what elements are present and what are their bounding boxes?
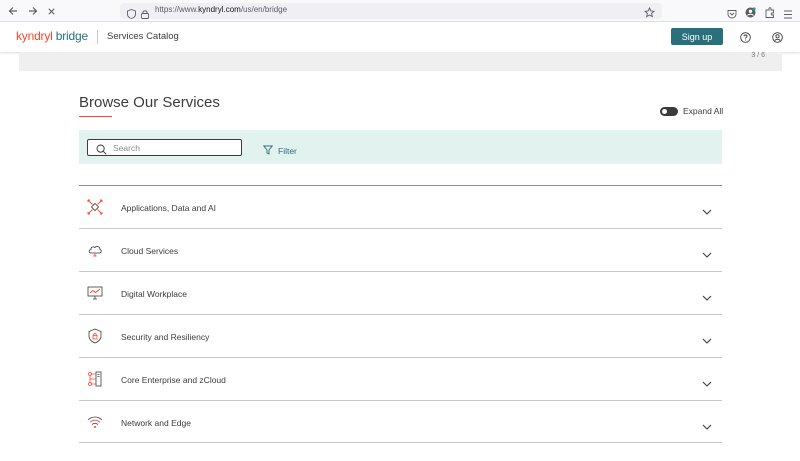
sign-up-button[interactable]: Sign up (671, 28, 723, 45)
hero-carousel: 3 / 6 (19, 52, 782, 71)
chevron-down-icon[interactable] (702, 246, 712, 258)
address-bar[interactable]: https://www.kyndryl.com/us/en/bridge (120, 3, 662, 19)
brand-logo[interactable]: kyndryl bridge (16, 29, 88, 43)
section-title[interactable]: Services Catalog (107, 31, 179, 42)
extensions-icon[interactable] (765, 5, 775, 23)
wifi-icon (87, 414, 103, 430)
search-input[interactable] (113, 142, 233, 154)
browser-toolbar: https://www.kyndryl.com/us/en/bridge (0, 0, 800, 22)
brand-name: kyndryl (16, 29, 53, 43)
expand-all-label: Expand All (683, 106, 724, 116)
category-label: Core Enterprise and zCloud (121, 375, 226, 385)
category-label: Digital Workplace (121, 289, 187, 299)
user-profile-icon[interactable] (770, 30, 784, 44)
toggle-knob (662, 108, 667, 114)
filter-icon (262, 142, 274, 160)
chevron-down-icon[interactable] (702, 375, 712, 387)
category-row-cloud[interactable]: Cloud Services (79, 228, 722, 271)
carousel-counter: 3 / 6 (751, 52, 765, 59)
category-label: Applications, Data and AI (121, 203, 216, 213)
cloud-icon (87, 242, 103, 258)
shield-lock-icon (87, 328, 103, 344)
help-icon[interactable] (738, 30, 752, 44)
chevron-down-icon[interactable] (702, 203, 712, 215)
app-header: kyndryl bridge Services Catalog Sign up (0, 22, 800, 52)
category-row-digital-workplace[interactable]: Digital Workplace (79, 271, 722, 314)
forward-icon[interactable] (26, 4, 40, 18)
chevron-down-icon[interactable] (702, 289, 712, 301)
category-row-security[interactable]: Security and Resiliency (79, 314, 722, 357)
category-row-applications[interactable]: Applications, Data and AI (79, 185, 722, 228)
back-icon[interactable] (6, 4, 20, 18)
expand-all-toggle[interactable]: Expand All (660, 106, 723, 116)
title-underline (79, 116, 112, 117)
search-box[interactable] (87, 139, 242, 156)
search-icon (96, 142, 107, 160)
category-label: Security and Resiliency (121, 332, 210, 342)
brand-product: bridge (55, 29, 88, 43)
category-label: Cloud Services (121, 246, 179, 256)
bookmark-star-icon[interactable] (643, 5, 656, 23)
category-label: Network and Edge (121, 418, 191, 428)
chevron-down-icon[interactable] (702, 418, 712, 430)
monitor-icon (87, 285, 103, 301)
chevron-down-icon[interactable] (702, 332, 712, 344)
category-row-core-enterprise[interactable]: Core Enterprise and zCloud (79, 357, 722, 400)
url-text: https://www.kyndryl.com/us/en/bridge (155, 5, 287, 14)
url-prefix: https://www. (155, 5, 199, 14)
filter-bar: Filter (79, 130, 722, 164)
server-icon (87, 371, 103, 387)
category-row-network[interactable]: Network and Edge (79, 400, 722, 443)
account-icon[interactable] (745, 5, 756, 23)
url-domain: kyndryl.com (198, 5, 241, 14)
page-title: Browse Our Services (79, 94, 220, 111)
url-path: /us/en/bridge (240, 5, 288, 14)
stop-loading-icon[interactable] (44, 4, 58, 18)
filter-button[interactable]: Filter (262, 142, 297, 160)
filter-label: Filter (278, 146, 297, 156)
toggle-switch[interactable] (660, 106, 678, 116)
category-list: Applications, Data and AI Cloud Services… (79, 185, 722, 443)
header-divider (97, 30, 98, 44)
ai-network-icon (87, 199, 103, 215)
